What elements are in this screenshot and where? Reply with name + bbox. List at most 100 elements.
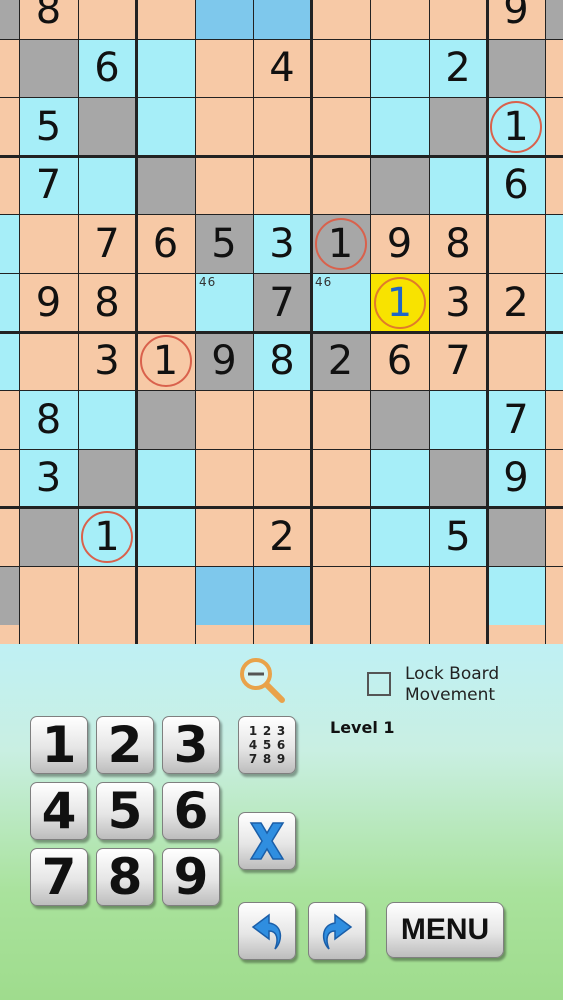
board-cell[interactable] xyxy=(78,449,136,507)
board-cell[interactable] xyxy=(253,566,311,625)
number-key-4[interactable]: 4 xyxy=(30,782,88,840)
board-cell[interactable] xyxy=(370,390,429,449)
board-cell[interactable]: 2 xyxy=(487,273,545,332)
sudoku-board[interactable]: 8 9 6 4 2 5 1 7 6 7 6 5 3 1 9 8 9 8 46 7 46 1 3 2 3 1 9 8 2 6 7 8 7 3 9 1 2 5 xyxy=(0,0,563,644)
board-cell[interactable] xyxy=(0,566,19,625)
board-cell[interactable] xyxy=(19,332,78,390)
board-cell[interactable]: 8 xyxy=(253,332,311,390)
board-cell[interactable] xyxy=(253,156,311,214)
board-cell[interactable]: 9 xyxy=(487,449,545,507)
redo-button[interactable] xyxy=(308,902,366,960)
board-cell[interactable] xyxy=(370,97,429,156)
board-cell[interactable] xyxy=(545,449,563,507)
candidate-mode-button[interactable]: 123 456 789 xyxy=(238,716,296,774)
board-cell[interactable] xyxy=(429,97,487,156)
board-cell[interactable] xyxy=(370,156,429,214)
board-cell[interactable]: 9 xyxy=(19,273,78,332)
number-key-3[interactable]: 3 xyxy=(162,716,220,774)
board-cell[interactable] xyxy=(136,507,195,566)
board-cell[interactable]: 1 xyxy=(311,214,370,273)
board-cell[interactable] xyxy=(19,214,78,273)
board-cell[interactable] xyxy=(0,0,19,39)
board-cell[interactable] xyxy=(545,566,563,625)
board-cell[interactable] xyxy=(0,214,19,273)
board-cell[interactable] xyxy=(136,390,195,449)
board-cell[interactable]: 9 xyxy=(487,0,545,39)
board-cell[interactable]: 6 xyxy=(370,332,429,390)
number-key-8[interactable]: 8 xyxy=(96,848,154,906)
number-key-7[interactable]: 7 xyxy=(30,848,88,906)
board-cell[interactable]: 1 xyxy=(136,332,195,390)
board-cell[interactable] xyxy=(253,390,311,449)
board-cell[interactable] xyxy=(545,97,563,156)
board-cell[interactable] xyxy=(78,156,136,214)
board-cell[interactable]: 7 xyxy=(78,214,136,273)
board-cell[interactable] xyxy=(487,39,545,97)
board-cell[interactable] xyxy=(0,273,19,332)
board-cell[interactable] xyxy=(195,390,253,449)
board-cell[interactable] xyxy=(429,0,487,39)
number-key-1[interactable]: 1 xyxy=(30,716,88,774)
number-key-6[interactable]: 6 xyxy=(162,782,220,840)
board-cell[interactable]: 8 xyxy=(19,0,78,39)
board-cell[interactable] xyxy=(311,566,370,625)
lock-board-checkbox[interactable] xyxy=(367,672,391,696)
board-cell[interactable] xyxy=(0,156,19,214)
board-cell[interactable]: 3 xyxy=(253,214,311,273)
board-cell[interactable] xyxy=(487,507,545,566)
board-cell[interactable] xyxy=(429,449,487,507)
board-cell[interactable]: 6 xyxy=(78,39,136,97)
board-cell[interactable]: 2 xyxy=(311,332,370,390)
board-cell[interactable] xyxy=(195,566,253,625)
board-cell[interactable] xyxy=(545,0,563,39)
board-cell[interactable] xyxy=(195,97,253,156)
board-cell[interactable] xyxy=(78,97,136,156)
board-cell[interactable] xyxy=(311,507,370,566)
board-cell[interactable]: 6 xyxy=(487,156,545,214)
board-cell[interactable] xyxy=(136,449,195,507)
board-cell[interactable] xyxy=(370,449,429,507)
board-cell[interactable] xyxy=(253,97,311,156)
board-cell[interactable]: 7 xyxy=(253,273,311,332)
board-cell[interactable] xyxy=(311,156,370,214)
board-cell[interactable] xyxy=(0,449,19,507)
board-cell[interactable] xyxy=(370,0,429,39)
board-cell[interactable] xyxy=(0,39,19,97)
menu-button[interactable]: MENU xyxy=(386,902,504,958)
board-cell[interactable] xyxy=(0,507,19,566)
board-cell[interactable] xyxy=(429,156,487,214)
board-cell[interactable] xyxy=(487,332,545,390)
board-cell[interactable] xyxy=(545,156,563,214)
board-cell[interactable] xyxy=(195,507,253,566)
board-cell[interactable] xyxy=(136,39,195,97)
board-cell[interactable] xyxy=(136,566,195,625)
board-cell[interactable] xyxy=(253,449,311,507)
board-cell[interactable] xyxy=(19,566,78,625)
board-cell[interactable] xyxy=(487,566,545,625)
board-cell[interactable]: 3 xyxy=(19,449,78,507)
board-cell[interactable] xyxy=(487,214,545,273)
undo-button[interactable] xyxy=(238,902,296,960)
erase-button[interactable] xyxy=(238,812,296,870)
board-cell[interactable] xyxy=(195,449,253,507)
number-key-9[interactable]: 9 xyxy=(162,848,220,906)
board-cell[interactable] xyxy=(545,273,563,332)
number-key-2[interactable]: 2 xyxy=(96,716,154,774)
board-cell[interactable]: 1 xyxy=(370,273,429,332)
board-cell[interactable] xyxy=(78,390,136,449)
board-cell[interactable]: 3 xyxy=(78,332,136,390)
board-cell[interactable] xyxy=(545,39,563,97)
board-cell[interactable] xyxy=(78,0,136,39)
board-cell[interactable]: 7 xyxy=(487,390,545,449)
board-cell[interactable] xyxy=(136,97,195,156)
board-cell[interactable] xyxy=(253,0,311,39)
board-cell[interactable]: 2 xyxy=(253,507,311,566)
number-key-5[interactable]: 5 xyxy=(96,782,154,840)
board-cell[interactable] xyxy=(429,390,487,449)
board-cell[interactable] xyxy=(136,273,195,332)
board-cell[interactable]: 8 xyxy=(78,273,136,332)
board-cell[interactable] xyxy=(311,390,370,449)
board-cell[interactable] xyxy=(19,39,78,97)
board-cell[interactable] xyxy=(195,39,253,97)
board-cell[interactable]: 2 xyxy=(429,39,487,97)
